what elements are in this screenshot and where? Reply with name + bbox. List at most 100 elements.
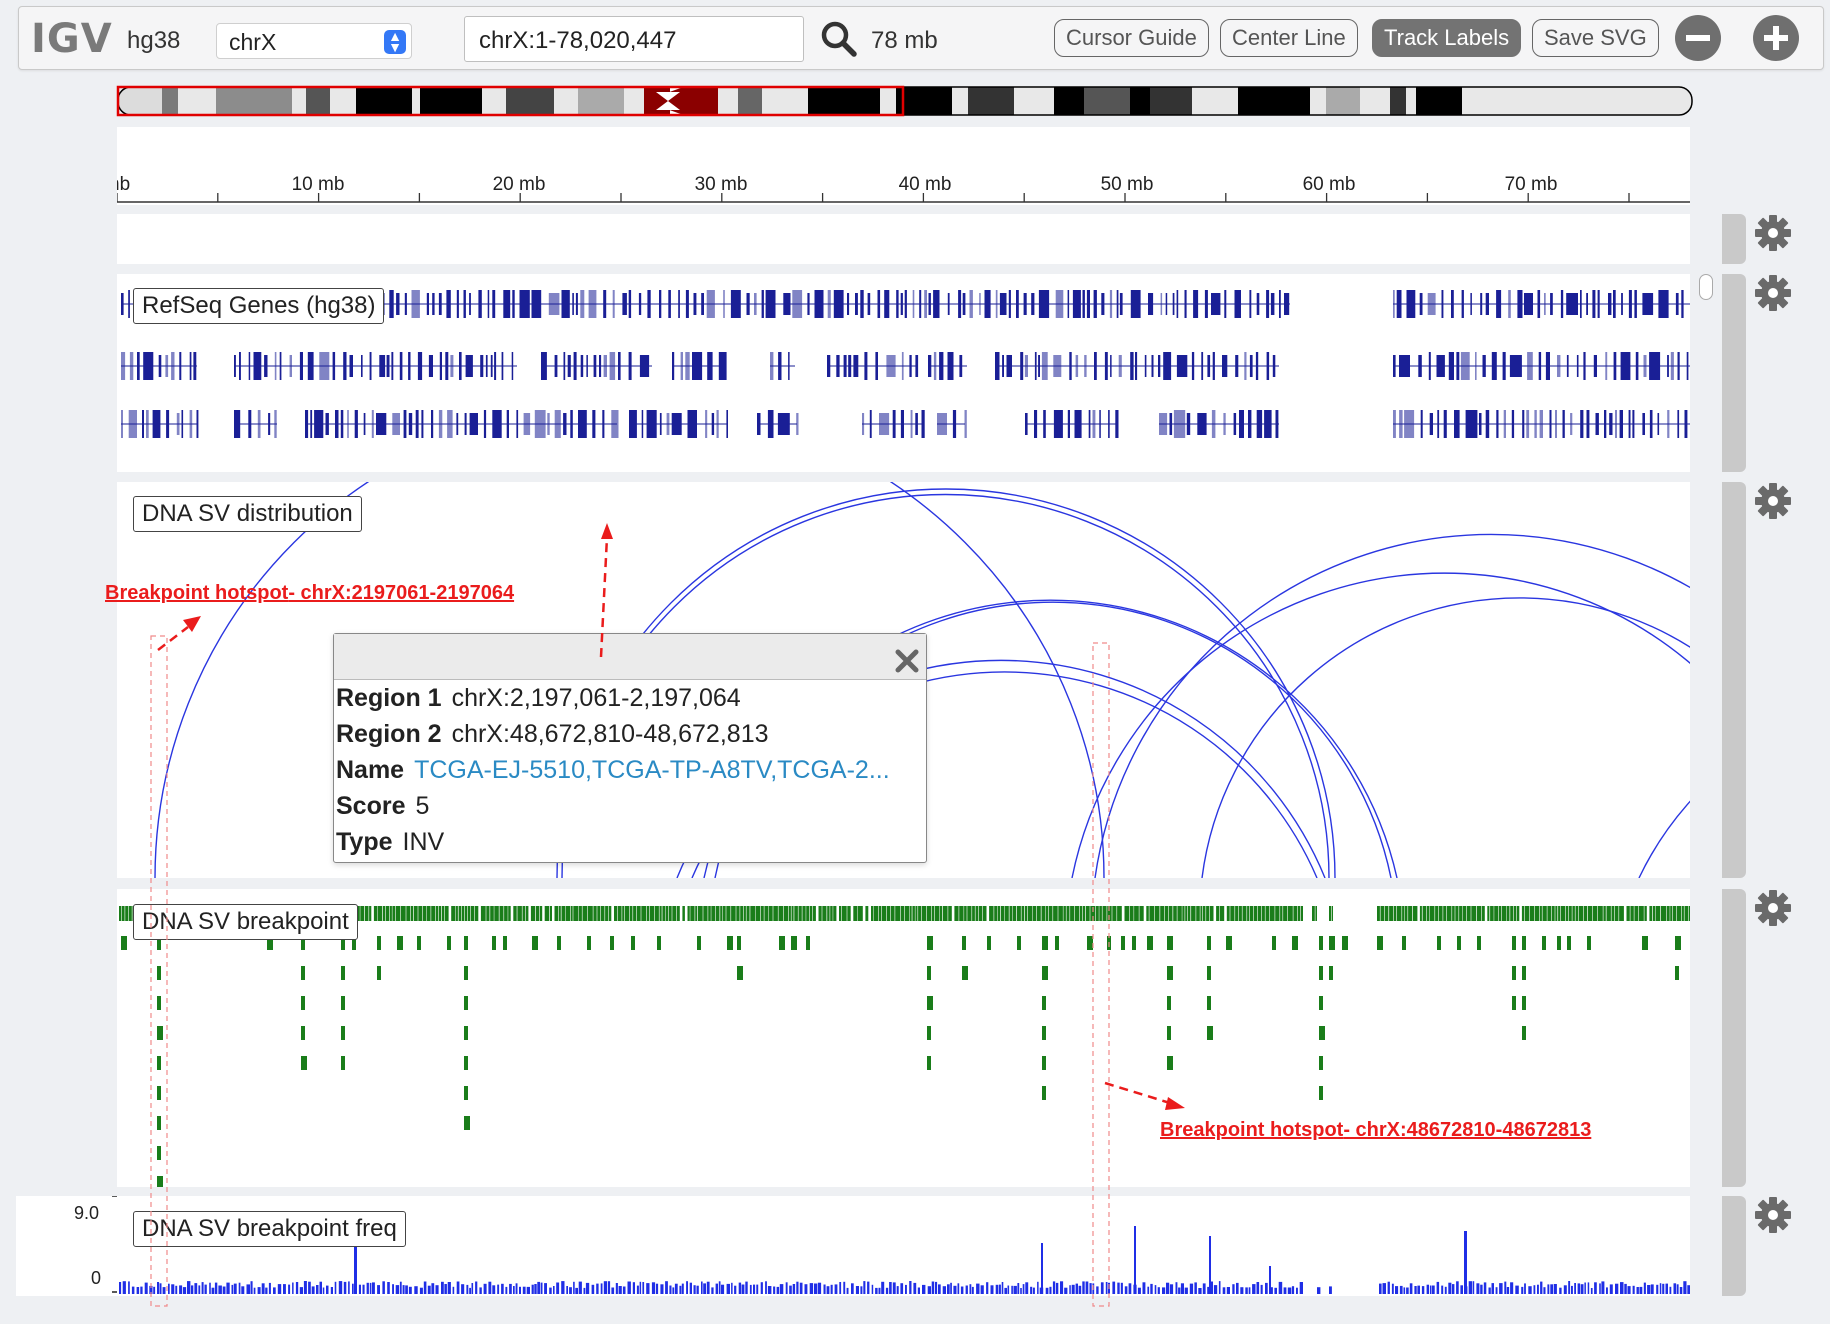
chromosome-select[interactable]: chrX ▲ ▼: [216, 23, 412, 59]
gear-icon[interactable]: [1754, 482, 1792, 520]
save-svg-button[interactable]: Save SVG: [1532, 19, 1659, 57]
freq-bar: [596, 1283, 599, 1294]
track-labels-button[interactable]: Track Labels: [1372, 19, 1522, 57]
breakpoint-feature: [490, 906, 494, 921]
ruler-track[interactable]: mb 10 mb 20 mb 30 mb 40 mb 50 mb 60 mb 7…: [117, 127, 1690, 205]
freq-bar: [636, 1285, 639, 1294]
genome-label[interactable]: hg38: [127, 27, 180, 55]
breakpoint-feature: [1404, 906, 1408, 921]
freq-bar: [1543, 1287, 1546, 1294]
breakpoint-feature: [1269, 906, 1275, 921]
freq-bar: [431, 1283, 435, 1294]
center-line-button[interactable]: Center Line: [1220, 19, 1358, 57]
freq-bar: [1387, 1281, 1390, 1294]
gear-icon[interactable]: [1754, 889, 1792, 927]
breakpoint-feature: [886, 906, 891, 921]
freq-bar: [990, 1285, 994, 1294]
breakpoint-feature: [1419, 906, 1422, 921]
freq-bar: [316, 1285, 319, 1294]
gear-icon[interactable]: [1754, 214, 1792, 252]
breakpoint-feature: [464, 1116, 470, 1130]
breakpoint-feature: [878, 906, 882, 921]
sv-breakpoint-scrollbar[interactable]: [1722, 889, 1746, 1187]
sv-freq-scrollbar[interactable]: [1722, 1196, 1746, 1296]
locus-search-input[interactable]: chrX:1-78,020,447: [464, 16, 804, 62]
popup-header[interactable]: [334, 634, 926, 680]
breakpoint-feature: [1426, 906, 1430, 921]
breakpoint-feature: [1452, 906, 1455, 921]
freq-bar: [1615, 1283, 1619, 1294]
freq-bar: [1175, 1282, 1178, 1294]
breakpoint-feature: [972, 906, 975, 921]
breakpoint-feature: [1132, 936, 1136, 950]
genes-track-scrollbar[interactable]: [1722, 274, 1746, 472]
breakpoint-feature: [1085, 906, 1090, 921]
sequence-track[interactable]: [117, 214, 1690, 264]
zoom-in-button[interactable]: [1753, 15, 1799, 61]
freq-bar: [1441, 1285, 1444, 1294]
freq-bar: [749, 1284, 752, 1294]
feature-popup[interactable]: Region 1 chrX:2,197,061-2,197,064 Region …: [333, 633, 927, 863]
freq-bar: [689, 1282, 692, 1294]
freq-bar: [627, 1281, 631, 1294]
breakpoint-feature: [695, 906, 698, 921]
breakpoint-feature: [1522, 966, 1526, 980]
gear-icon[interactable]: [1754, 274, 1792, 312]
breakpoint-feature: [1490, 906, 1494, 921]
breakpoint-feature: [1606, 906, 1611, 921]
breakpoint-feature: [395, 906, 401, 921]
breakpoint-feature: [1017, 936, 1021, 950]
refseq-genes-track[interactable]: RefSeq Genes (hg38): [117, 274, 1690, 472]
search-icon[interactable]: [819, 19, 859, 59]
sequence-track-scrollbar[interactable]: [1722, 214, 1746, 264]
breakpoint-feature: [1209, 906, 1214, 921]
freq-bar: [1669, 1286, 1672, 1294]
freq-bar: [444, 1284, 447, 1294]
breakpoint-feature: [1512, 966, 1516, 980]
breakpoint-feature: [737, 936, 741, 950]
breakpoint-feature: [1257, 906, 1262, 921]
freq-bar: [834, 1284, 838, 1294]
breakpoint-feature: [1494, 906, 1499, 921]
breakpoint-feature: [593, 906, 597, 921]
breakpoint-feature: [486, 906, 490, 921]
freq-bar: [369, 1282, 372, 1294]
genes-scroll-thumb[interactable]: [1699, 274, 1713, 300]
freq-bar: [469, 1287, 471, 1294]
breakpoint-feature: [802, 906, 806, 921]
breakpoint-feature: [1149, 906, 1155, 921]
sv-breakpoint-freq-track[interactable]: DNA SV breakpoint freq: [117, 1196, 1690, 1296]
freq-bar: [953, 1285, 957, 1294]
freq-bar: [686, 1281, 688, 1294]
freq-bar: [1150, 1283, 1153, 1294]
gear-icon[interactable]: [1754, 1196, 1792, 1234]
breakpoint-feature: [1558, 906, 1561, 921]
zoom-out-button[interactable]: [1675, 15, 1721, 61]
freq-bar: [792, 1284, 796, 1294]
cursor-guide-button[interactable]: Cursor Guide: [1054, 19, 1209, 57]
breakpoint-feature: [157, 1056, 161, 1070]
breakpoint-feature: [1575, 906, 1579, 921]
breakpoint-feature: [423, 906, 427, 921]
freq-bar: [1157, 1287, 1160, 1294]
breakpoint-feature: [600, 906, 605, 921]
breakpoint-feature: [1521, 906, 1525, 921]
popup-name-link[interactable]: TCGA-EJ-5510,TCGA-TP-A8TV,TCGA-2...: [414, 756, 890, 784]
breakpoint-feature: [890, 906, 895, 921]
freq-bar: [632, 1282, 635, 1294]
freq-bar: [1399, 1285, 1403, 1294]
close-icon[interactable]: [892, 646, 922, 676]
breakpoint-feature: [1025, 906, 1028, 921]
ruler-tick-label: 10 mb: [292, 174, 345, 195]
freq-bar: [492, 1285, 496, 1294]
freq-bar: [1659, 1283, 1662, 1294]
freq-bar: [917, 1287, 920, 1294]
sv-distribution-scrollbar[interactable]: [1722, 482, 1746, 878]
chromosome-ideogram[interactable]: [116, 84, 1694, 118]
freq-bar: [871, 1284, 874, 1294]
freq-bar: [471, 1283, 474, 1294]
freq-bar: [1020, 1288, 1022, 1294]
sv-breakpoint-track[interactable]: DNA SV breakpoint: [117, 889, 1690, 1187]
freq-bar: [1574, 1283, 1576, 1294]
breakpoint-feature: [1090, 906, 1096, 921]
